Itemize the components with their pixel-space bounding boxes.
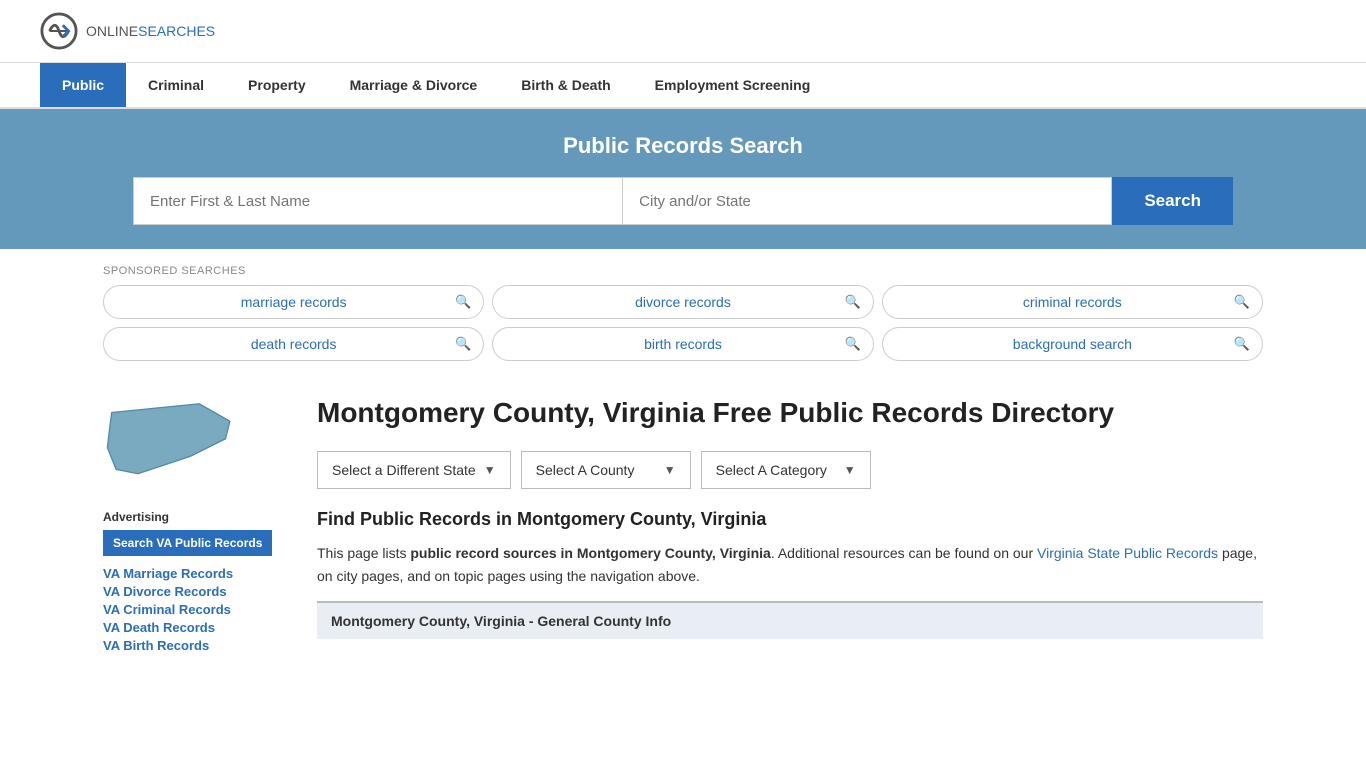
advertising-label: Advertising (103, 510, 293, 524)
search-icon-2: 🔍 (1234, 294, 1250, 310)
name-input[interactable] (133, 177, 622, 225)
sponsored-item-4[interactable]: birth records 🔍 (492, 327, 873, 361)
sponsored-item-0[interactable]: marriage records 🔍 (103, 285, 484, 319)
search-icon-5: 🔍 (1234, 336, 1250, 352)
sponsored-text-1: divorce records (635, 294, 731, 310)
nav-item-public[interactable]: Public (40, 63, 126, 107)
sponsored-text-4: birth records (644, 336, 722, 352)
search-icon-1: 🔍 (844, 294, 860, 310)
chevron-down-icon-state: ▼ (484, 463, 496, 477)
state-dropdown-label: Select a Different State (332, 462, 476, 478)
nav-item-employment[interactable]: Employment Screening (633, 63, 833, 107)
sponsored-grid: marriage records 🔍 divorce records 🔍 cri… (103, 285, 1263, 361)
nav-item-criminal[interactable]: Criminal (126, 63, 226, 107)
chevron-down-icon-category: ▼ (844, 463, 856, 477)
search-icon-4: 🔍 (844, 336, 860, 352)
county-dropdown-label: Select A County (536, 462, 635, 478)
sidebar-link-3[interactable]: VA Death Records (103, 620, 293, 635)
logo-text: ONLINESEARCHES (86, 23, 215, 39)
general-info-bar: Montgomery County, Virginia - General Co… (317, 601, 1263, 639)
search-button[interactable]: Search (1112, 177, 1233, 225)
location-input[interactable] (622, 177, 1112, 225)
find-text-before: This page lists (317, 545, 410, 561)
dropdowns-row: Select a Different State ▼ Select A Coun… (317, 451, 1263, 489)
logo[interactable]: ONLINESEARCHES (40, 12, 215, 50)
virginia-map-icon (103, 395, 243, 491)
sidebar-links: VA Marriage Records VA Divorce Records V… (103, 566, 293, 653)
nav-item-birth-death[interactable]: Birth & Death (499, 63, 632, 107)
find-text-bold: public record sources in Montgomery Coun… (410, 545, 770, 561)
sponsored-text-3: death records (251, 336, 337, 352)
sidebar-link-0[interactable]: VA Marriage Records (103, 566, 293, 581)
virginia-state-records-link[interactable]: Virginia State Public Records (1037, 545, 1218, 561)
sponsored-text-0: marriage records (241, 294, 347, 310)
sponsored-item-5[interactable]: background search 🔍 (882, 327, 1263, 361)
nav-item-property[interactable]: Property (226, 63, 328, 107)
sponsored-item-3[interactable]: death records 🔍 (103, 327, 484, 361)
logo-online-text: ONLINE (86, 23, 138, 39)
find-text-mid: . Additional resources can be found on o… (771, 545, 1037, 561)
main-nav: Public Criminal Property Marriage & Divo… (0, 63, 1366, 109)
sidebar-link-2[interactable]: VA Criminal Records (103, 602, 293, 617)
sponsored-item-1[interactable]: divorce records 🔍 (492, 285, 873, 319)
state-dropdown[interactable]: Select a Different State ▼ (317, 451, 511, 489)
sponsored-text-5: background search (1013, 336, 1132, 352)
search-va-button[interactable]: Search VA Public Records (103, 530, 272, 556)
page-title: Montgomery County, Virginia Free Public … (317, 395, 1263, 431)
sidebar-link-1[interactable]: VA Divorce Records (103, 584, 293, 599)
category-dropdown-label: Select A Category (716, 462, 827, 478)
sponsored-text-2: criminal records (1023, 294, 1122, 310)
find-records-text: This page lists public record sources in… (317, 542, 1263, 587)
chevron-down-icon-county: ▼ (664, 463, 676, 477)
logo-icon (40, 12, 78, 50)
search-form: Search (133, 177, 1233, 225)
sponsored-item-2[interactable]: criminal records 🔍 (882, 285, 1263, 319)
sponsored-label: SPONSORED SEARCHES (103, 265, 1263, 277)
search-icon-0: 🔍 (455, 294, 471, 310)
nav-item-marriage-divorce[interactable]: Marriage & Divorce (328, 63, 500, 107)
logo-searches-text: SEARCHES (138, 23, 215, 39)
sidebar: Advertising Search VA Public Records VA … (103, 395, 293, 653)
sponsored-section: SPONSORED SEARCHES marriage records 🔍 di… (103, 249, 1263, 375)
category-dropdown[interactable]: Select A Category ▼ (701, 451, 871, 489)
header: ONLINESEARCHES (0, 0, 1366, 63)
search-icon-3: 🔍 (455, 336, 471, 352)
county-dropdown[interactable]: Select A County ▼ (521, 451, 691, 489)
main-right: Montgomery County, Virginia Free Public … (317, 395, 1263, 653)
sidebar-link-4[interactable]: VA Birth Records (103, 638, 293, 653)
page-body: Advertising Search VA Public Records VA … (103, 375, 1263, 673)
search-banner: Public Records Search Search (0, 109, 1366, 249)
search-banner-title: Public Records Search (103, 133, 1263, 159)
find-records-title: Find Public Records in Montgomery County… (317, 509, 1263, 530)
